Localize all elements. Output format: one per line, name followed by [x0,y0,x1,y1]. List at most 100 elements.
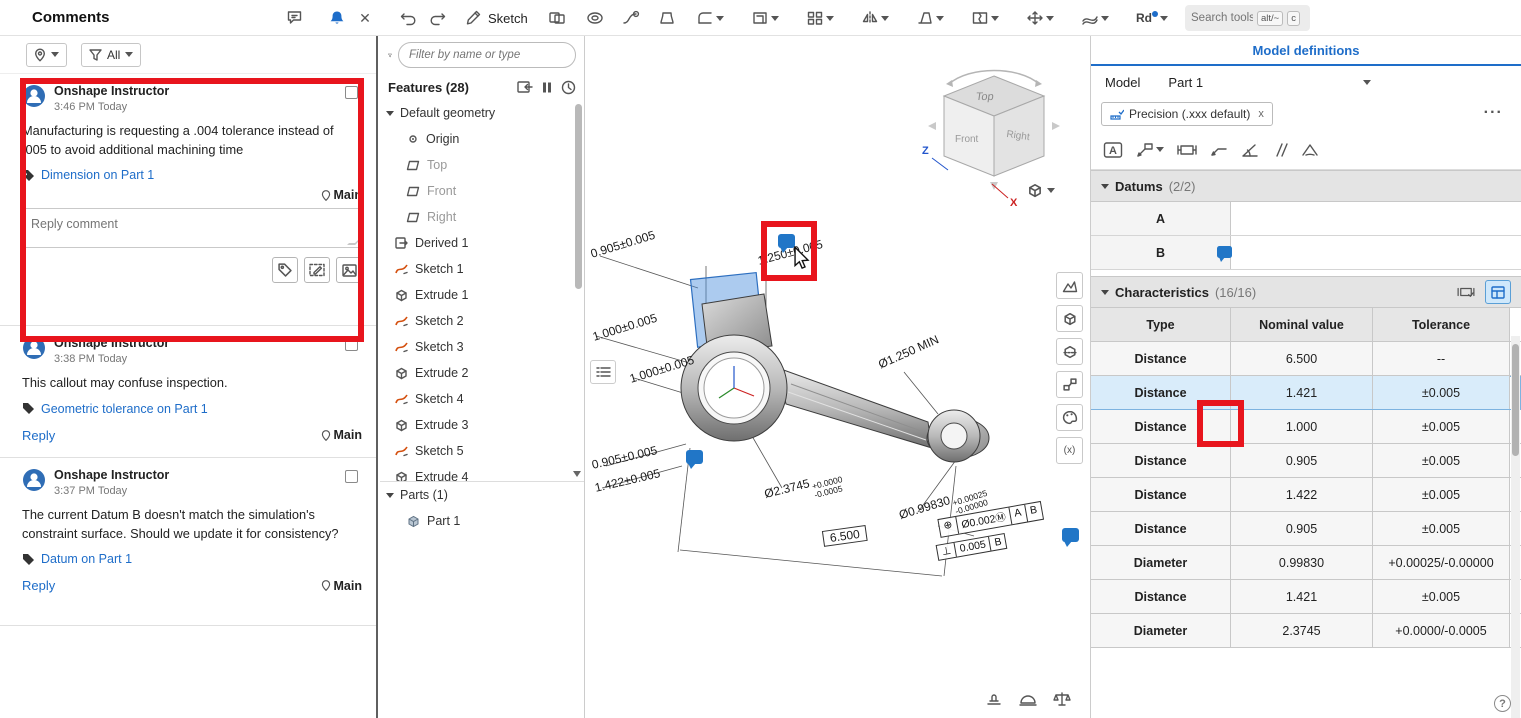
undo-icon[interactable] [396,6,422,30]
feature-filter-input[interactable] [398,42,576,68]
loft-tool-icon[interactable] [655,5,679,31]
table-row[interactable]: Diameter 2.3745 +0.0000/-0.0005 [1091,614,1521,648]
tree-item-extrude-4[interactable]: Extrude 4 [380,464,584,482]
dimension-list-toggle-icon[interactable] [590,360,616,384]
shell-tool-icon[interactable] [748,5,782,31]
view-cube[interactable]: Top Front Right Z X [914,54,1084,219]
fillet-tool-icon[interactable] [693,5,727,31]
markup-button[interactable] [304,257,330,283]
tree-item-right-plane[interactable]: Right [380,204,584,230]
viewcube-front-label[interactable]: Front [955,134,979,145]
dome-icon[interactable] [1018,691,1038,707]
tree-item-sketch-2[interactable]: Sketch 2 [380,308,584,334]
profile-tool-icon[interactable] [1301,142,1319,158]
table-row[interactable]: Diameter 0.99830 +0.00025/-0.00000 [1091,546,1521,580]
datum-row-b[interactable]: B [1091,236,1521,270]
reply-link[interactable]: Reply [22,578,55,593]
tree-item-extrude-1[interactable]: Extrude 1 [380,282,584,308]
definitions-scrollbar-thumb[interactable] [1512,344,1519,456]
table-row[interactable]: Distance 1.421 ±0.005 [1091,580,1521,614]
resolve-comment-checkbox[interactable] [345,338,358,351]
parallelism-tool-icon[interactable] [1272,142,1288,158]
surface-tool-icon[interactable] [1078,5,1112,31]
comment-location-filter-button[interactable] [26,43,67,67]
resolve-comment-checkbox[interactable] [345,470,358,483]
tree-item-front-plane[interactable]: Front [380,178,584,204]
view-orientation-button[interactable] [1026,182,1055,198]
comment-card-1[interactable]: Onshape Instructor 3:46 PM Today Manufac… [0,74,376,326]
comment-entity-link[interactable]: Dimension on Part 1 [22,168,362,182]
tab-model-definitions[interactable]: Model definitions [1091,36,1521,66]
table-row[interactable]: Distance 0.905 ±0.005 [1091,444,1521,478]
resolve-comment-checkbox[interactable] [345,86,358,99]
close-panel-icon[interactable]: ✕ [352,6,378,30]
variables-icon[interactable]: (x) [1056,437,1083,464]
more-options-button[interactable]: ... [1484,100,1503,118]
exploded-view-icon[interactable] [1056,371,1083,398]
angle-dimension-icon[interactable] [1241,142,1259,158]
tree-group-default-geometry[interactable]: Default geometry [380,100,584,126]
custom-feature-icon[interactable]: Rd [1133,5,1171,31]
reply-comment-box[interactable] [22,208,362,248]
comment-pin[interactable] [778,234,795,248]
appearance-icon[interactable] [1056,404,1083,431]
tree-group-parts[interactable]: Parts (1) [380,482,584,508]
viewcube-top-label[interactable]: Top [975,91,994,103]
add-comment-icon[interactable] [282,6,308,30]
note-tool-icon[interactable]: A [1103,141,1123,159]
boolean-tool-icon[interactable] [545,5,569,31]
reply-link[interactable]: Reply [22,428,55,443]
tree-item-sketch-5[interactable]: Sketch 5 [380,438,584,464]
split-tool-icon[interactable] [968,5,1002,31]
search-tools-input[interactable] [1191,12,1253,24]
pause-updates-icon[interactable] [541,81,553,94]
analysis-view-icon[interactable] [1056,272,1083,299]
tree-item-origin[interactable]: Origin [380,126,584,152]
tree-item-sketch-3[interactable]: Sketch 3 [380,334,584,360]
draft-tool-icon[interactable] [913,5,947,31]
notifications-bell-icon[interactable] [324,6,350,30]
table-row[interactable]: Distance 0.905 ±0.005 [1091,512,1521,546]
scale-balance-icon[interactable] [1052,691,1072,707]
help-button[interactable]: ? [1494,695,1511,712]
model-dropdown-caret[interactable] [1363,80,1371,85]
tree-item-top-plane[interactable]: Top [380,152,584,178]
comment-entity-link[interactable]: Geometric tolerance on Part 1 [22,402,362,416]
dimension-tool-icon[interactable] [1177,142,1197,158]
filter-funnel-icon[interactable] [388,49,392,62]
graphics-viewport[interactable]: 0.905±0.005 1.000±0.005 1.000±0.005 1.25… [586,36,1090,718]
transform-tool-icon[interactable] [1023,5,1057,31]
leader-tool-icon[interactable] [1210,142,1228,158]
redo-icon[interactable] [424,6,450,30]
tree-item-derived-1[interactable]: Derived 1 [380,230,584,256]
sketch-button[interactable]: Sketch [458,5,536,31]
reply-comment-input[interactable] [31,217,353,231]
comment-all-filter-button[interactable]: All [81,43,141,67]
rollback-history-icon[interactable] [561,80,576,95]
stamp-icon[interactable] [984,691,1004,707]
attach-entity-button[interactable] [272,257,298,283]
table-row-selected[interactable]: Distance 1.421 ±0.005 [1091,376,1521,410]
insert-feature-icon[interactable] [517,80,533,94]
insert-image-button[interactable] [336,257,362,283]
characteristics-section-header[interactable]: Characteristics (16/16) [1091,276,1521,308]
revolve-tool-icon[interactable] [583,5,607,31]
datum-row-a[interactable]: A [1091,202,1521,236]
pattern-tool-icon[interactable] [803,5,837,31]
search-tools-box[interactable]: alt/~ c [1185,5,1310,31]
feature-tree-scrollbar[interactable] [575,104,582,289]
section-view-icon[interactable] [1056,338,1083,365]
comment-entity-link[interactable]: Datum on Part 1 [22,552,362,566]
export-table-icon[interactable] [1485,280,1511,304]
tree-item-extrude-2[interactable]: Extrude 2 [380,360,584,386]
shaded-view-icon[interactable] [1056,305,1083,332]
comment-pin[interactable] [1062,528,1079,542]
table-row[interactable]: Distance 6.500 -- [1091,342,1521,376]
callout-tool-icon[interactable] [1136,142,1164,158]
mirror-tool-icon[interactable] [858,5,892,31]
table-row[interactable]: Distance 1.000 ±0.005 [1091,410,1521,444]
tree-item-sketch-4[interactable]: Sketch 4 [380,386,584,412]
comment-pin[interactable] [1217,246,1232,258]
tree-item-sketch-1[interactable]: Sketch 1 [380,256,584,282]
resize-grip[interactable] [347,237,363,245]
